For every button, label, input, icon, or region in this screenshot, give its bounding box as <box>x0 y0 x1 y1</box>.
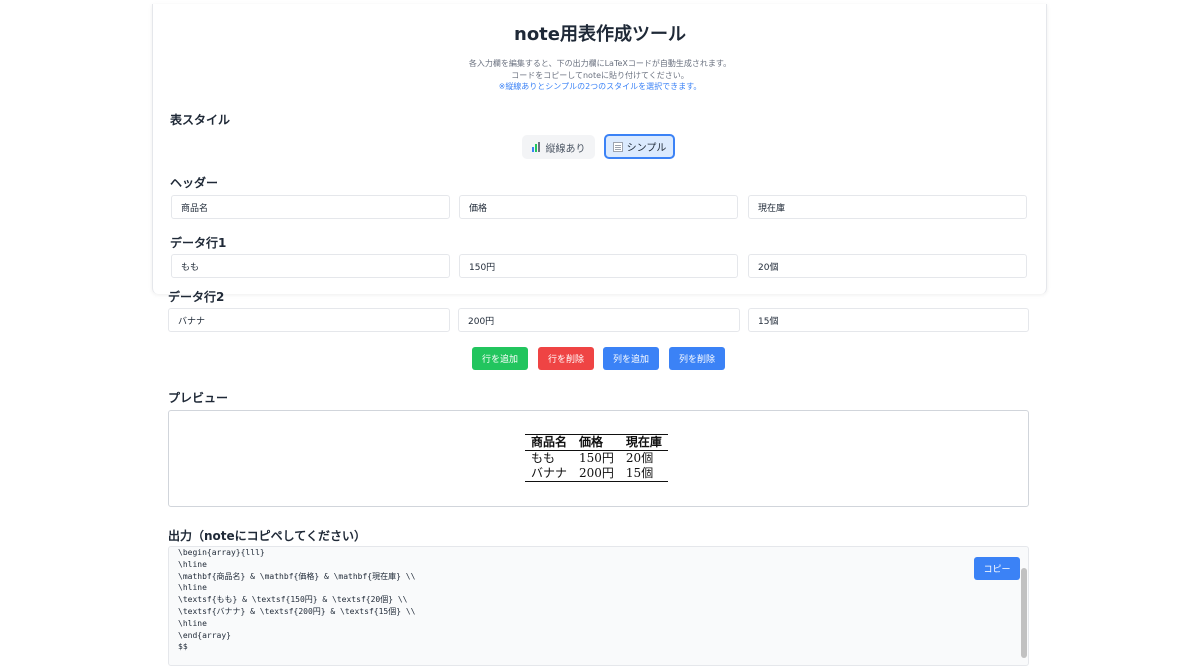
style-option-vertical-lines[interactable]: 縦線あり <box>522 135 595 159</box>
preview-cell: 15個 <box>625 466 654 480</box>
preview-cell: 200円 <box>579 466 614 480</box>
preview-cell: バナナ <box>531 466 568 480</box>
header-input-3[interactable] <box>748 195 1027 219</box>
style-option-simple[interactable]: シンプル <box>604 134 675 159</box>
output-label: 出力（noteにコピペしてください） <box>168 529 366 543</box>
preview-cell: 150円 <box>579 451 614 465</box>
preview-cell: 20個 <box>625 451 654 465</box>
add-column-button[interactable]: 列を追加 <box>603 347 659 370</box>
style-option-label: 縦線あり <box>545 143 586 155</box>
row2-input-1[interactable] <box>168 308 450 332</box>
memo-icon <box>612 141 623 152</box>
description-line-1: 各入力欄を編集すると、下の出力欄にLaTeXコードが自動生成されます。 <box>468 59 732 68</box>
delete-column-button[interactable]: 列を削除 <box>669 347 725 370</box>
add-row-button[interactable]: 行を追加 <box>472 347 528 370</box>
row2-input-2[interactable] <box>458 308 740 332</box>
output-code[interactable]: \begin{array}{lll} \hline \mathbf{商品名} &… <box>178 547 415 653</box>
page-title: note用表作成ツール <box>514 24 686 45</box>
header-input-1[interactable] <box>171 195 450 219</box>
preview-table: 商品名 価格 現在庫 もも 150円 20個 バナナ 200円 15個 <box>525 434 668 482</box>
main-card <box>152 4 1047 294</box>
data-row-2-label: データ行2 <box>168 290 225 304</box>
style-option-label: シンプル <box>626 143 667 154</box>
preview-header-cell: 現在庫 <box>625 435 662 449</box>
data-row-1-label: データ行1 <box>170 236 227 250</box>
row1-input-1[interactable] <box>171 254 450 278</box>
preview-row: もも 150円 20個 <box>525 451 668 467</box>
header-input-2[interactable] <box>459 195 738 219</box>
output-scrollbar[interactable] <box>1021 568 1027 658</box>
description-line-2: コードをコピーしてnoteに貼り付けてください。 <box>511 71 689 80</box>
row2-input-3[interactable] <box>748 308 1029 332</box>
row1-input-3[interactable] <box>748 254 1027 278</box>
preview-header-cell: 商品名 <box>531 435 568 449</box>
row1-input-2[interactable] <box>459 254 738 278</box>
delete-row-button[interactable]: 行を削除 <box>538 347 594 370</box>
preview-cell: もも <box>531 451 556 465</box>
description-line-3: ※縦線ありとシンプルの2つのスタイルを選択できます。 <box>498 82 702 91</box>
bar-chart-icon <box>531 142 542 152</box>
table-style-label: 表スタイル <box>170 113 231 127</box>
preview-header-cell: 価格 <box>579 435 604 449</box>
preview-row: バナナ 200円 15個 <box>525 466 668 482</box>
header-section-label: ヘッダー <box>170 176 219 190</box>
preview-label: プレビュー <box>168 391 229 405</box>
copy-button[interactable]: コピー <box>974 557 1020 580</box>
